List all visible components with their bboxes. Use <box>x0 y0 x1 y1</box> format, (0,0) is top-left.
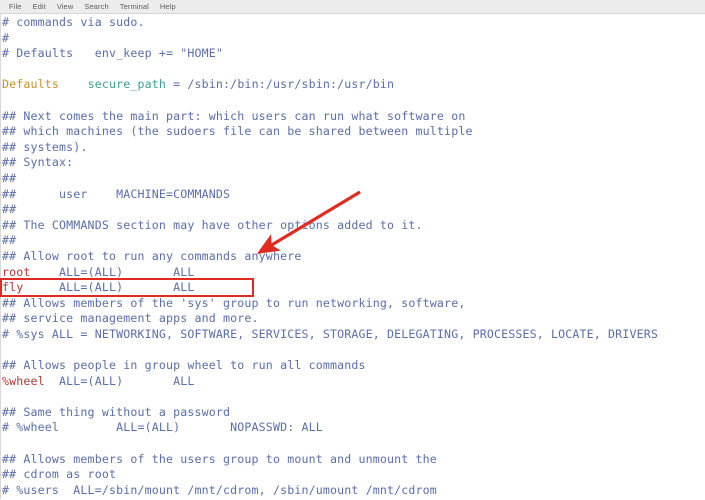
code-token-user: %wheel <box>2 373 45 388</box>
code-token-comment: ## Allows members of the users group to … <box>2 451 437 466</box>
menu-item-terminal[interactable]: Terminal <box>115 0 155 13</box>
code-token-comment: ## Allows members of the 'sys' group to … <box>2 295 466 310</box>
text-editor-area[interactable]: # commands via sudo. # # Defaults env_keep… <box>0 14 705 499</box>
code-token-comment: # %sys ALL = NETWORKING, SOFTWARE, SERVI… <box>2 326 658 341</box>
code-token-comment: ## Allows people in group wheel to run a… <box>2 358 366 373</box>
code-content[interactable]: # commands via sudo. # # Defaults env_keep… <box>2 15 702 499</box>
menu-item-help[interactable]: Help <box>155 0 182 13</box>
code-token-default: ALL=(ALL) ALL <box>30 264 195 279</box>
code-line[interactable]: ## cdrom as root <box>2 467 702 483</box>
menu-item-file[interactable]: File <box>4 0 28 13</box>
code-token-user: root <box>2 264 31 279</box>
code-line[interactable]: fly ALL=(ALL) ALL <box>2 280 702 296</box>
code-token-comment: ## service management apps and more. <box>2 311 259 326</box>
code-token-comment: ## Syntax: <box>2 155 74 170</box>
menu-item-search[interactable]: Search <box>79 0 114 13</box>
code-line[interactable]: ## Allows members of the 'sys' group to … <box>2 296 702 312</box>
menu-item-view[interactable]: View <box>52 0 80 13</box>
code-line[interactable]: # %users ALL=/sbin/mount /mnt/cdrom, /sb… <box>2 483 702 499</box>
code-token-alias: secure_path <box>87 77 167 92</box>
code-line[interactable] <box>2 389 702 405</box>
code-line[interactable]: ## systems). <box>2 140 702 156</box>
code-token-default: = /sbin:/bin:/usr/sbin:/usr/bin <box>166 77 395 92</box>
code-line[interactable]: # Defaults env_keep += "HOME" <box>2 46 702 62</box>
code-token-comment: ## which machines (the sudoers file can … <box>2 124 473 139</box>
code-token-comment: ## cdrom as root <box>2 467 117 482</box>
code-line[interactable]: ## service management apps and more. <box>2 311 702 327</box>
code-line[interactable]: ## which machines (the sudoers file can … <box>2 124 702 140</box>
code-token-comment: ## Same thing without a password <box>2 404 231 419</box>
code-token-comment: # commands via sudo. <box>2 15 145 29</box>
code-line[interactable]: ## <box>2 202 702 218</box>
code-token-comment: ## systems). <box>2 139 88 154</box>
code-line[interactable]: # commands via sudo. <box>2 15 702 31</box>
code-line[interactable]: ## Syntax: <box>2 155 702 171</box>
code-token-comment: ## <box>2 170 17 185</box>
code-token-comment: # <box>2 30 10 45</box>
gutter-divider <box>0 14 1 499</box>
code-token-keyword: Defaults <box>2 77 60 92</box>
menu-bar: File Edit View Search Terminal Help <box>0 0 705 14</box>
code-line[interactable]: ## user MACHINE=COMMANDS <box>2 187 702 203</box>
code-line[interactable]: ## Allows people in group wheel to run a… <box>2 358 702 374</box>
code-line[interactable]: ## Allow root to run any commands anywhe… <box>2 249 702 265</box>
code-line[interactable]: ## The COMMANDS section may have other o… <box>2 218 702 234</box>
code-line[interactable]: root ALL=(ALL) ALL <box>2 265 702 281</box>
code-line[interactable] <box>2 436 702 452</box>
code-token-default: ALL=(ALL) ALL <box>23 280 195 295</box>
code-line[interactable]: Defaults secure_path = /sbin:/bin:/usr/s… <box>2 77 702 93</box>
code-line[interactable]: ## Allows members of the users group to … <box>2 452 702 468</box>
code-token-comment: ## The COMMANDS section may have other o… <box>2 217 423 232</box>
code-token-comment: ## <box>2 202 17 217</box>
code-token-default: ALL=(ALL) ALL <box>44 373 195 388</box>
code-line[interactable]: ## Same thing without a password <box>2 405 702 421</box>
code-token-comment: ## user MACHINE=COMMANDS <box>2 186 231 201</box>
code-line[interactable]: ## <box>2 233 702 249</box>
code-line[interactable]: # <box>2 31 702 47</box>
code-line[interactable]: ## Next comes the main part: which users… <box>2 109 702 125</box>
code-line[interactable] <box>2 93 702 109</box>
code-token-comment: ## Next comes the main part: which users… <box>2 108 466 123</box>
code-token-default <box>59 77 88 91</box>
code-line[interactable] <box>2 62 702 78</box>
code-token-comment: # Defaults env_keep += "HOME" <box>2 46 224 61</box>
code-line[interactable] <box>2 498 702 499</box>
code-token-comment: # %wheel ALL=(ALL) NOPASSWD: ALL <box>2 420 323 435</box>
code-token-comment: # %users ALL=/sbin/mount /mnt/cdrom, /sb… <box>2 482 437 497</box>
code-token-user: fly <box>2 280 24 295</box>
code-line[interactable]: # %wheel ALL=(ALL) NOPASSWD: ALL <box>2 420 702 436</box>
code-token-comment: ## <box>2 233 17 248</box>
code-line[interactable] <box>2 342 702 358</box>
code-line[interactable]: # %sys ALL = NETWORKING, SOFTWARE, SERVI… <box>2 327 702 343</box>
code-token-comment: ## Allow root to run any commands anywhe… <box>2 248 302 263</box>
code-line[interactable]: ## <box>2 171 702 187</box>
code-line[interactable]: %wheel ALL=(ALL) ALL <box>2 374 702 390</box>
menu-item-edit[interactable]: Edit <box>28 0 52 13</box>
